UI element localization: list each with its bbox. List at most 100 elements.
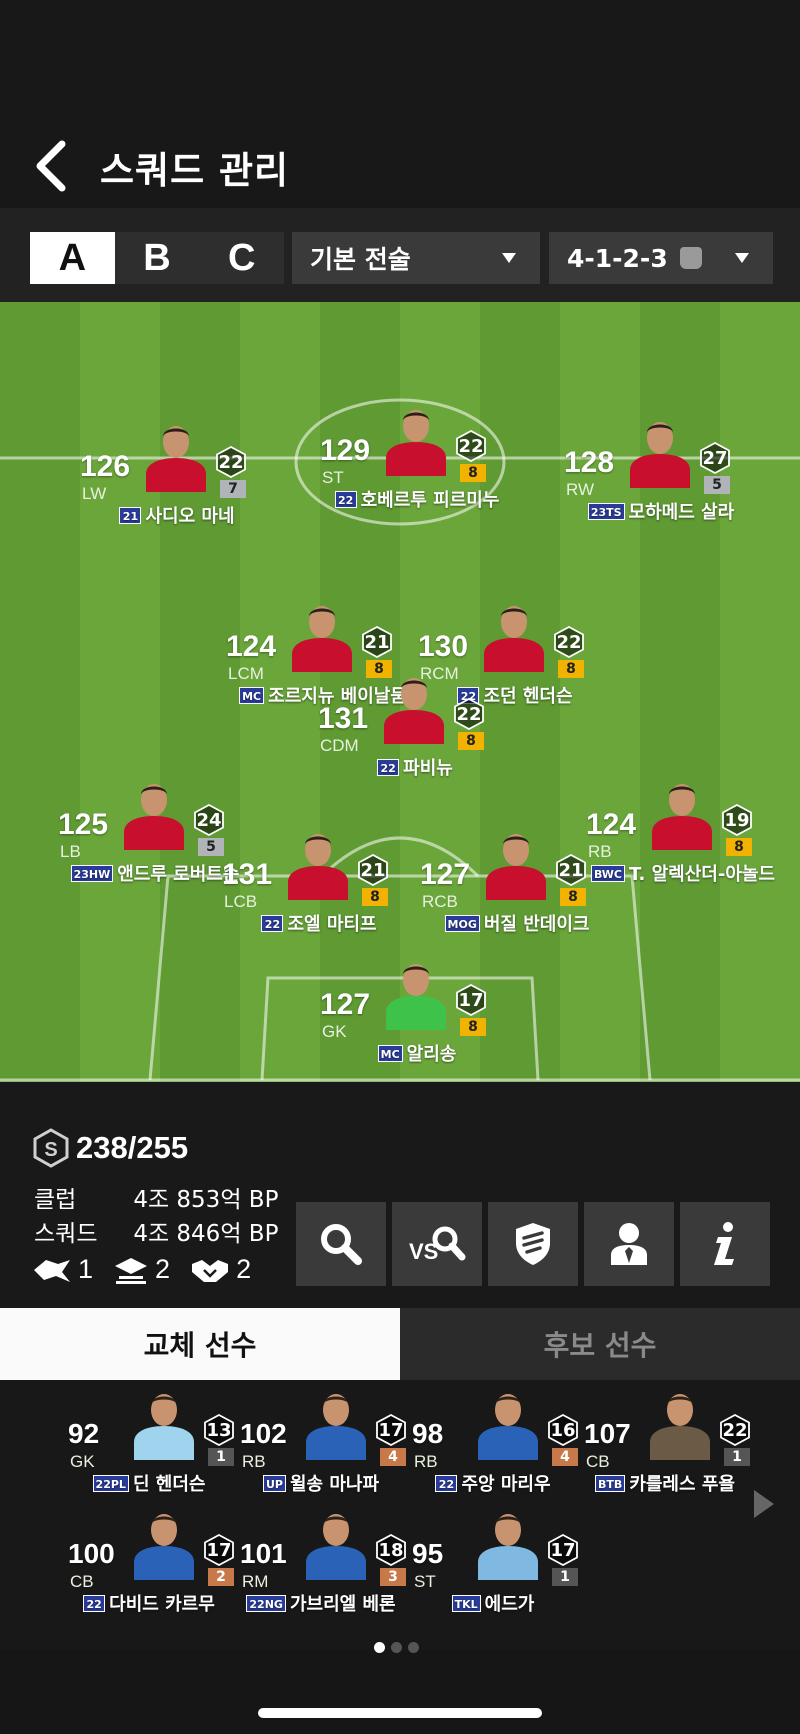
lineup-player-card[interactable]: 131 LCB 21 8 22 조엘 마티프 — [214, 828, 414, 958]
bench-player-card[interactable]: 100 CB 17 2 22 다비드 카르무 — [60, 1508, 234, 1638]
page-dot — [374, 1642, 385, 1653]
player-name: 윌송 마나파 — [289, 1474, 380, 1495]
player-level: 27 — [702, 447, 728, 469]
player-position: RM — [242, 1572, 269, 1591]
league-icon — [115, 1257, 148, 1284]
bench-player-card[interactable]: 101 RM 18 3 22NG 가브리엘 베론 — [232, 1508, 406, 1638]
player-name: 주앙 마리우 — [461, 1474, 551, 1495]
salary-icon: S — [33, 1128, 69, 1168]
player-level: 22 — [556, 631, 582, 653]
lineup-player-card[interactable]: 127 GK 17 8 MC 알리송 — [312, 958, 512, 1082]
player-level: 17 — [458, 989, 484, 1011]
player-portrait — [648, 778, 716, 850]
bench-list: 92 GK 13 1 22PL 딘 헨더슨 102 RB 17 4 UP 윌송 마나파 98 RB 16 4 2… — [0, 1380, 800, 1653]
player-position: RB — [242, 1452, 266, 1471]
squad-tab-group: A B C — [30, 232, 284, 284]
compare-button[interactable]: VS — [392, 1202, 482, 1286]
player-ovr: 95 — [412, 1538, 444, 1569]
player-position: LB — [60, 842, 81, 861]
player-portrait — [482, 828, 550, 900]
formation-dropdown[interactable]: 4-1-2-3 — [549, 232, 773, 284]
player-level-badge: 13 — [204, 1414, 234, 1446]
lineup-player-card[interactable]: 129 ST 22 8 22 호베르투 피르미누 — [312, 404, 512, 534]
lineup-player-card[interactable]: 124 RB 19 8 BWC T. 알렉산더-아놀드 — [578, 778, 778, 908]
club-value: 4조 853억 BP — [133, 1187, 279, 1213]
player-ovr: 129 — [320, 434, 371, 467]
player-portrait — [302, 1508, 370, 1580]
search-button[interactable] — [296, 1202, 386, 1286]
manager-button[interactable] — [584, 1202, 674, 1286]
bench-player-card[interactable]: 95 ST 17 1 TKL 에드가 — [404, 1508, 578, 1638]
tab-squad-c[interactable]: C — [199, 232, 284, 284]
player-position: RB — [588, 842, 612, 861]
player-level-badge: 17 — [204, 1534, 234, 1566]
player-position: CB — [586, 1452, 610, 1471]
player-level-badge: 16 — [548, 1414, 578, 1446]
player-level-badge: 22 — [720, 1414, 750, 1446]
player-level-badge: 27 — [700, 442, 730, 474]
player-portrait — [382, 958, 450, 1030]
player-ovr: 131 — [222, 858, 273, 891]
player-name-row: 22 조엘 마티프 — [214, 910, 424, 936]
player-portrait — [480, 600, 548, 672]
player-position: RB — [414, 1452, 438, 1471]
caret-down-icon — [735, 253, 749, 263]
season-badge: 22 — [377, 758, 400, 776]
player-name: 딘 헨더슨 — [132, 1474, 206, 1495]
player-level-badge: 22 — [456, 430, 486, 462]
bench-player-card[interactable]: 98 RB 16 4 22 주앙 마리우 — [404, 1388, 578, 1518]
player-level: 21 — [364, 631, 390, 653]
player-portrait — [302, 1388, 370, 1460]
player-portrait — [130, 1508, 198, 1580]
player-grade: 8 — [458, 732, 484, 750]
player-level-badge: 22 — [554, 626, 584, 658]
player-ovr: 126 — [80, 450, 131, 483]
player-name: 가브리엘 베론 — [289, 1594, 396, 1615]
lineup-player-card[interactable]: 128 RW 27 5 23TS 모하메드 살라 — [556, 416, 756, 546]
player-portrait — [380, 672, 448, 744]
player-grade: 4 — [552, 1448, 578, 1466]
player-level-badge: 17 — [456, 984, 486, 1016]
page-dot — [391, 1642, 402, 1653]
squad-toolbar: A B C 기본 전술 4-1-2-3 — [0, 208, 800, 302]
tab-reserves[interactable]: 후보 선수 — [400, 1308, 800, 1380]
player-level: 17 — [550, 1539, 576, 1561]
squad-label: 스쿼드 — [34, 1221, 98, 1247]
info-button[interactable] — [680, 1202, 770, 1286]
player-grade: 1 — [208, 1448, 234, 1466]
player-name-row: 22 호베르투 피르미누 — [312, 486, 522, 512]
next-page-arrow-icon[interactable] — [752, 1488, 776, 1520]
season-badge: BTB — [595, 1474, 626, 1492]
bench-player-card[interactable]: 92 GK 13 1 22PL 딘 헨더슨 — [60, 1388, 234, 1518]
player-name: 다비드 카르무 — [109, 1594, 215, 1615]
player-grade: 5 — [704, 476, 730, 494]
lineup-player-card[interactable]: 131 CDM 22 8 22 파비뉴 — [310, 672, 510, 802]
bench-player-card[interactable]: 107 CB 22 1 BTB 카를레스 푸욜 — [576, 1388, 750, 1518]
player-level: 22 — [458, 435, 484, 457]
tab-substitutes[interactable]: 교체 선수 — [0, 1308, 400, 1380]
shield-icon — [516, 1223, 550, 1265]
page-dot — [408, 1642, 419, 1653]
bench-player-card[interactable]: 102 RB 17 4 UP 윌송 마나파 — [232, 1388, 406, 1518]
player-grade: 8 — [558, 660, 584, 678]
player-grade: 3 — [380, 1568, 406, 1586]
player-name: 파비뉴 — [403, 758, 453, 779]
lineup-player-card[interactable]: 126 LW 22 7 21 사디오 마네 — [72, 420, 272, 550]
tab-squad-b[interactable]: B — [115, 232, 200, 284]
player-name-row: 21 사디오 마네 — [72, 502, 282, 528]
player-level-badge: 21 — [362, 626, 392, 658]
player-level: 18 — [378, 1539, 404, 1561]
player-ovr: 100 — [68, 1538, 115, 1569]
team-color-button[interactable] — [488, 1202, 578, 1286]
player-ovr: 130 — [418, 630, 469, 663]
player-position: GK — [322, 1022, 347, 1041]
formation-label: 4-1-2-3 — [567, 243, 668, 273]
player-name: 호베르투 피르미누 — [360, 490, 500, 511]
tab-squad-a[interactable]: A — [30, 232, 115, 284]
back-button[interactable] — [30, 138, 78, 194]
chem-nation-count: 1 — [78, 1254, 94, 1284]
player-ovr: 131 — [318, 702, 369, 735]
player-portrait — [474, 1388, 542, 1460]
player-name-row: UP 윌송 마나파 — [226, 1470, 416, 1496]
tactic-dropdown[interactable]: 기본 전술 — [292, 232, 540, 284]
